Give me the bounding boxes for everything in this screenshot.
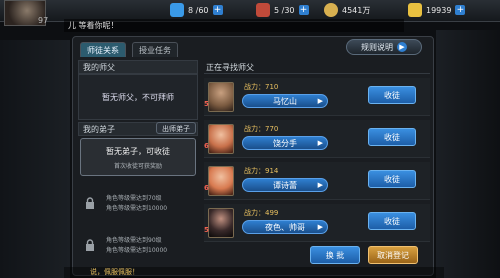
cancel-registration-button[interactable]: 取消登记 [368,246,418,264]
candidate-name-button[interactable]: 夜色、帅哥 ▶ [242,220,328,234]
seeking-master-header: 正在寻找师父 [204,62,430,74]
tab-teaching-tasks[interactable]: 授业任务 [132,42,178,57]
candidate-portrait[interactable] [208,82,234,112]
ingot-icon [408,3,422,17]
coin-icon [324,3,338,17]
recruit-slot-subtitle: 首次收徒可获奖励 [113,163,162,170]
recruit-slot-title: 暂无弟子，可收徒 [106,147,170,156]
locked-slot-line2: 角色等级需达到10000 [106,205,168,212]
chevron-right-icon: ▶ [317,223,323,231]
chat-strip: 说，佩服佩服！ [64,267,444,278]
resource-gold: 19939 + [408,3,466,17]
copper-value: 4541万 [342,5,371,15]
candidate-rank: 6 [204,184,209,192]
recruit-button[interactable]: 收徒 [368,170,416,188]
recruit-button[interactable]: 收徒 [368,86,416,104]
candidate-row: 5 战力：710 马忆山 ▶ 收徒 [204,78,430,116]
candidate-rank: 5 [204,226,209,234]
rules-button-label: 规则说明 [361,42,393,52]
add-gold-button[interactable]: + [455,5,466,15]
add-energy-button[interactable]: + [298,5,309,15]
recruit-student-slot[interactable]: 暂无弟子，可收徒 首次收徒可获奖励 [80,138,196,176]
dismiss-student-button[interactable]: 出师弟子 [156,122,196,134]
energy-value: 5 /30 [274,5,295,15]
locked-slot: 角色等级需达到70级 角色等级需达到10000 [80,188,196,218]
candidate-name-button[interactable]: 饶分手 ▶ [242,136,328,150]
candidate-rank: 6 [204,142,209,150]
stamina-value: 8 /60 [188,5,209,15]
recruit-button[interactable]: 收徒 [368,212,416,230]
master-status: 暂无师父，不可拜师 [78,74,198,120]
news-marquee: 儿 等着你呢！ [64,19,404,32]
resource-energy: 5 /30 + [256,3,309,17]
side-decor-left [0,40,70,278]
candidate-power: 战力：914 [244,167,279,175]
lock-icon [86,239,94,251]
candidate-row: 6 战力：770 饶分手 ▶ 收徒 [204,120,430,158]
resource-stamina: 8 /60 + [170,3,223,17]
candidate-rank: 5 [204,100,209,108]
side-decor-right [436,30,500,278]
gold-value: 19939 [426,5,452,15]
chevron-right-icon: ▶ [317,181,323,189]
locked-slot-line1: 角色等级需达到90级 [106,237,162,244]
chevron-right-icon: ▶ [317,97,323,105]
tab-master-relation[interactable]: 师徒关系 [80,42,126,57]
chevron-right-icon: ▶ [397,42,407,52]
candidate-portrait[interactable] [208,166,234,196]
candidate-power: 战力：499 [244,209,279,217]
locked-slot: 角色等级需达到90级 角色等级需达到10000 [80,230,196,260]
master-section-header: 我的师父 [78,60,198,74]
lock-icon [86,197,94,209]
candidate-row: 5 战力：499 夜色、帅哥 ▶ 收徒 [204,204,430,242]
rules-button[interactable]: 规则说明 ▶ [346,39,422,55]
candidate-power: 战力：710 [244,83,279,91]
add-stamina-button[interactable]: + [212,5,223,15]
chevron-right-icon: ▶ [317,139,323,147]
candidate-row: 6 战力：914 谭诗蕾 ▶ 收徒 [204,162,430,200]
locked-slot-line2: 角色等级需达到10000 [106,247,168,254]
candidate-power: 战力：770 [244,125,279,133]
flask-icon [256,3,270,17]
candidate-portrait[interactable] [208,124,234,154]
candidate-portrait[interactable] [208,208,234,238]
locked-slot-line1: 角色等级需达到70级 [106,195,162,202]
player-level: 97 [38,16,49,25]
recruit-button[interactable]: 收徒 [368,128,416,146]
candidate-name-button[interactable]: 马忆山 ▶ [242,94,328,108]
resource-copper: 4541万 [324,3,370,17]
swap-batch-button[interactable]: 换 批 [310,246,360,264]
candidate-name-button[interactable]: 谭诗蕾 ▶ [242,178,328,192]
lightning-icon [170,3,184,17]
